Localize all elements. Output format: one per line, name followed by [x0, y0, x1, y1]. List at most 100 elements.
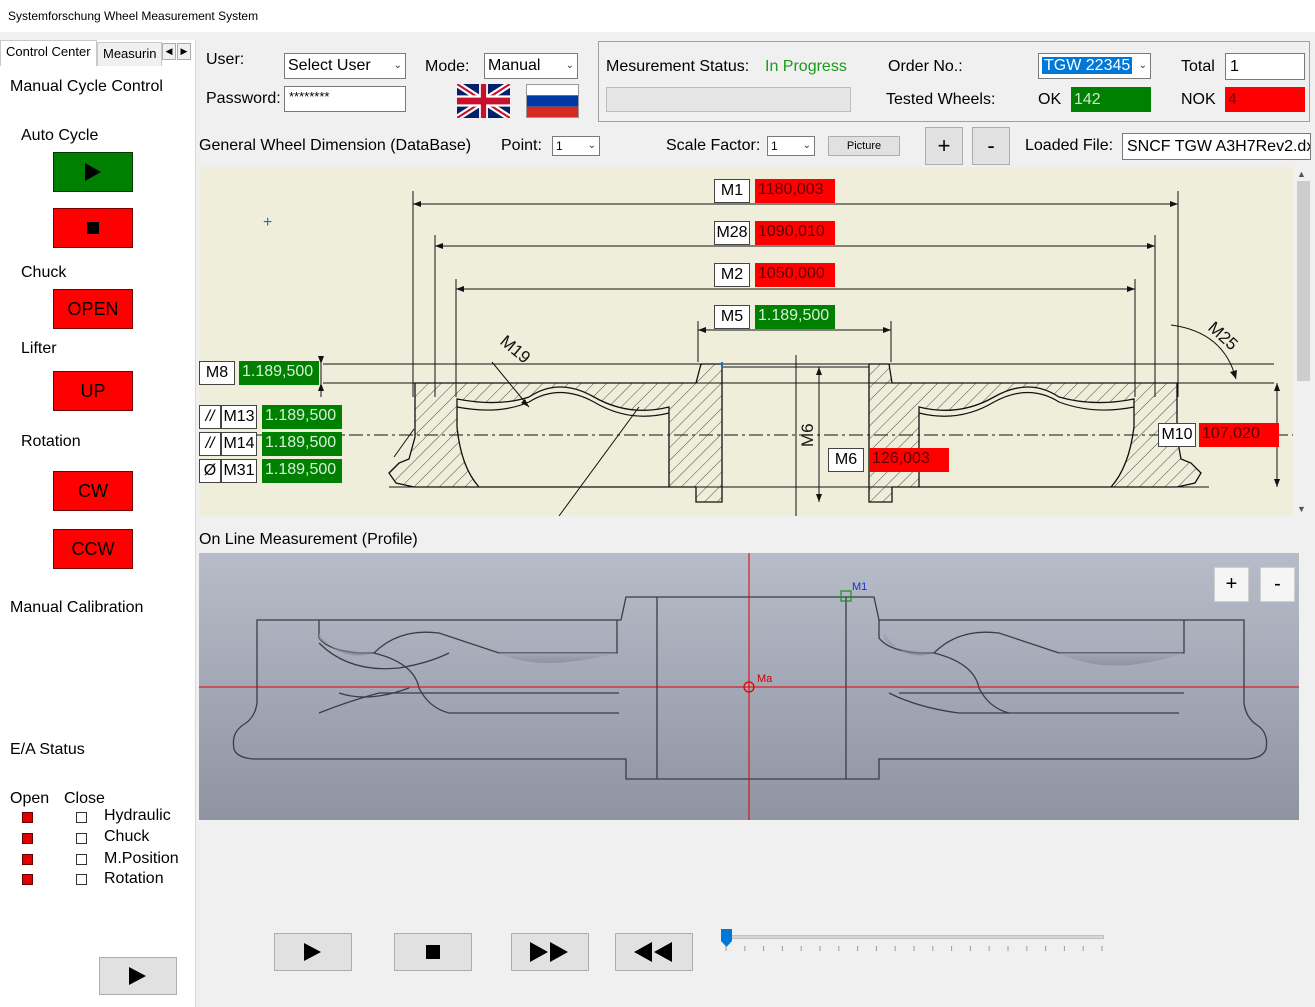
rotation-cw-button[interactable]: CW — [53, 471, 133, 511]
measurement-progress-bar — [606, 87, 851, 112]
drawing-vertical-scrollbar[interactable]: ▲ ▼ — [1294, 167, 1314, 516]
chevron-down-icon: ⌄ — [1138, 60, 1147, 71]
zoom-out-button[interactable]: - — [972, 127, 1010, 165]
scale-factor-value: 1 — [771, 139, 778, 153]
auto-cycle-label: Auto Cycle — [21, 127, 99, 144]
wheel-cross-section-drawing: M19 M25 M6 + — [199, 191, 1293, 516]
tab-scroll-left-icon[interactable]: ◀ — [162, 43, 176, 60]
m8-value: 1.189,500 — [239, 361, 319, 385]
ea-item-rotation: Rotation — [104, 870, 164, 887]
ea-chuck-close-checkbox — [76, 833, 87, 844]
nok-label: NOK — [1181, 91, 1216, 108]
order-no-select[interactable]: TGW 22345 ⌄ — [1038, 53, 1151, 79]
mode-select[interactable]: Manual ⌄ — [484, 53, 578, 79]
m1-label: M1 — [714, 179, 750, 203]
scroll-up-icon[interactable]: ▲ — [1297, 169, 1306, 179]
ea-item-position: M.Position — [104, 850, 179, 867]
ea-rotation-open-indicator — [22, 874, 33, 885]
stop-icon — [426, 945, 440, 959]
online-measurement-title: On Line Measurement (Profile) — [199, 531, 418, 548]
scale-factor-label: Scale Factor: — [666, 137, 761, 154]
play-icon — [304, 943, 321, 961]
cursor-cross-icon: + — [263, 214, 272, 231]
wheel-drawing-canvas[interactable]: M19 M25 M6 + M1 1180,003 M28 1090,010 M2… — [199, 167, 1293, 516]
m2-value: 1050,000 — [755, 263, 835, 287]
auto-cycle-stop-button[interactable] — [53, 208, 133, 248]
rotation-ccw-button[interactable]: CCW — [53, 529, 133, 569]
m14-value: 1.189,500 — [262, 432, 342, 456]
player-slider-ticks — [725, 946, 1103, 951]
mode-label: Mode: — [425, 58, 470, 75]
m31-value: 1.189,500 — [262, 459, 342, 483]
scale-factor-select[interactable]: 1 ⌄ — [767, 136, 815, 156]
m6-value: 126,003 — [869, 448, 949, 472]
player-slider-track[interactable] — [722, 935, 1104, 939]
nok-count: 4 — [1225, 87, 1305, 112]
tab-measuring[interactable]: Measurin — [97, 42, 163, 66]
ea-item-hydraulic: Hydraulic — [104, 807, 171, 824]
left-play-button[interactable] — [99, 957, 177, 995]
tab-control-center[interactable]: Control Center — [0, 40, 97, 66]
total-field: 1 — [1225, 53, 1305, 80]
uk-flag-icon[interactable] — [457, 84, 510, 118]
m6-vertical-label: M6 — [798, 423, 817, 447]
ea-open-header: Open — [10, 790, 50, 807]
m19-drawing-label: M19 — [496, 332, 534, 368]
player-stop-button[interactable] — [394, 933, 472, 971]
m10-value: 107,020 — [1199, 423, 1279, 447]
stop-icon — [87, 222, 99, 234]
m1-value: 1180,003 — [755, 179, 835, 203]
m31-label: M31 — [221, 459, 257, 483]
tested-wheels-label: Tested Wheels: — [886, 91, 996, 108]
m8-label: M8 — [199, 361, 235, 385]
point-select-value: 1 — [556, 139, 563, 153]
m1-profile-marker-label: M1 — [852, 581, 868, 593]
lifter-up-button[interactable]: UP — [53, 371, 133, 411]
profile-zoom-in-button[interactable]: + — [1214, 567, 1249, 602]
manual-calibration-title: Manual Calibration — [10, 599, 144, 616]
order-no-value: TGW 22345 — [1042, 57, 1133, 74]
chuck-label: Chuck — [21, 264, 67, 281]
fast-forward-icon — [530, 942, 568, 962]
m28-label: M28 — [714, 221, 750, 245]
ea-hydraulic-close-checkbox — [76, 812, 87, 823]
auto-cycle-start-button[interactable] — [53, 152, 133, 192]
lifter-label: Lifter — [21, 340, 57, 357]
loaded-file-field[interactable]: SNCF TGW A3H7Rev2.dxf — [1122, 133, 1311, 160]
ea-position-open-indicator — [22, 854, 33, 865]
picture-button[interactable]: Picture — [828, 136, 900, 156]
m28-value: 1090,010 — [755, 221, 835, 245]
chevron-down-icon: ⌄ — [393, 60, 402, 71]
chevron-down-icon: ⌄ — [802, 140, 811, 151]
player-fast-forward-button[interactable] — [511, 933, 589, 971]
total-label: Total — [1181, 58, 1215, 75]
player-rewind-button[interactable] — [615, 933, 693, 971]
measurement-status-value: In Progress — [765, 58, 847, 75]
m10-label: M10 — [1158, 423, 1196, 447]
ok-count: 142 — [1071, 87, 1151, 112]
russia-flag-icon[interactable] — [526, 84, 579, 118]
user-select[interactable]: Select User ⌄ — [284, 53, 406, 79]
m13-value: 1.189,500 — [262, 405, 342, 429]
player-slider-thumb[interactable] — [721, 929, 732, 947]
ea-item-chuck: Chuck — [104, 828, 150, 845]
profile-view[interactable]: M1 Ma + - — [199, 553, 1299, 820]
password-field[interactable]: ******** — [284, 86, 406, 112]
scroll-down-icon[interactable]: ▼ — [1297, 504, 1306, 514]
rotation-label: Rotation — [21, 433, 81, 450]
play-icon — [85, 163, 101, 181]
point-select[interactable]: 1 ⌄ — [552, 136, 600, 156]
manual-cycle-control-title: Manual Cycle Control — [10, 78, 163, 95]
measurement-status-label: Mesurement Status: — [606, 58, 750, 75]
ea-chuck-open-indicator — [22, 833, 33, 844]
ea-status-title: E/A Status — [10, 741, 85, 758]
scrollbar-thumb[interactable] — [1297, 181, 1310, 381]
m5-label: M5 — [714, 305, 750, 329]
ea-close-header: Close — [64, 790, 105, 807]
chuck-open-button[interactable]: OPEN — [53, 289, 133, 329]
zoom-in-button[interactable]: + — [925, 127, 963, 165]
tab-scroll-right-icon[interactable]: ▶ — [177, 43, 191, 60]
profile-zoom-out-button[interactable]: - — [1260, 567, 1295, 602]
player-play-button[interactable] — [274, 933, 352, 971]
m13-label: M13 — [221, 405, 257, 429]
